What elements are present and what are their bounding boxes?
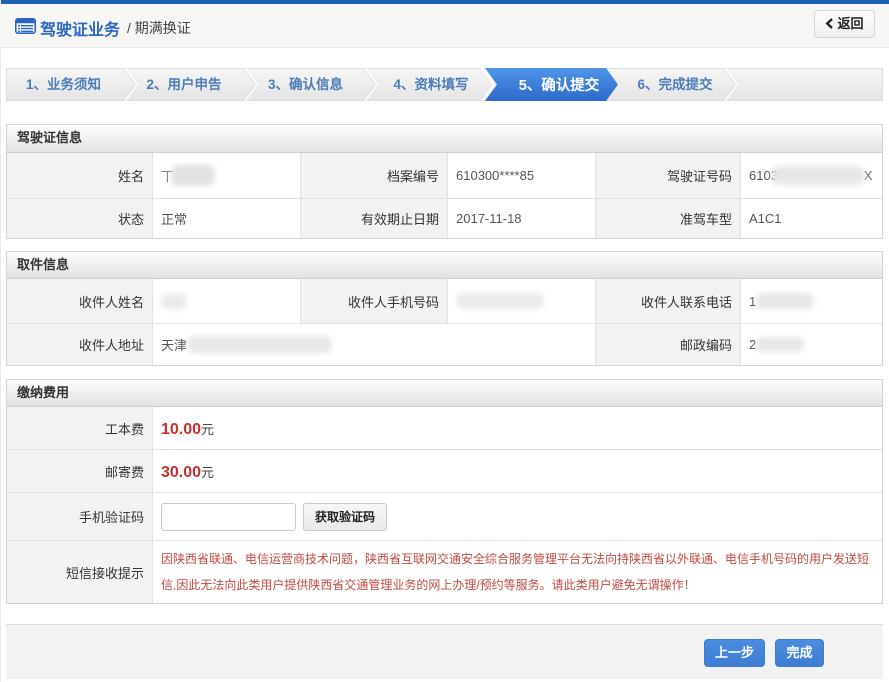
- svg-text:6、完成提交: 6、完成提交: [637, 76, 713, 92]
- svg-text:3、确认信息: 3、确认信息: [268, 76, 344, 92]
- svg-text:2、用户申告: 2、用户申告: [146, 76, 221, 92]
- svg-text:5、确认提交: 5、确认提交: [519, 76, 600, 94]
- svg-text:1、业务须知: 1、业务须知: [26, 76, 101, 92]
- svg-text:4、资料填写: 4、资料填写: [393, 76, 468, 92]
